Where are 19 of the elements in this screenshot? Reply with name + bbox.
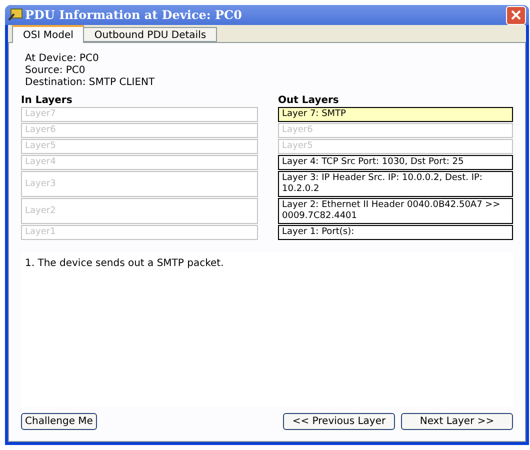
layer-row[interactable]: Layer 2: Ethernet II Header 0040.0B42.50A7 >> 0009.7C82.4401 [278,198,513,224]
layer-row[interactable]: Layer 3: IP Header Src. IP: 10.0.0.2, Dest. IP: 10.2.0.2 [278,171,513,197]
tab[interactable]: OSI Model [12,25,84,43]
info-line: Destination: SMTP CLIENT [25,77,156,89]
previous-layer-button[interactable]: << Previous Layer [283,413,395,430]
layer-row[interactable]: Layer 1: Port(s): [278,225,513,240]
column-heading: Out Layers [278,95,340,106]
window-title: PDU Information at Device: PC0 [25,7,243,24]
column-heading: In Layers [21,95,74,106]
challenge-button[interactable]: Challenge Me [21,413,97,430]
info-line: At Device: PC0 [25,53,100,65]
info-line: Source: PC0 [25,65,86,77]
next-layer-button[interactable]: Next Layer >> [401,413,513,430]
close-button[interactable] [506,6,526,24]
layer-row[interactable]: Layer 7: SMTP [278,107,513,122]
app-icon [8,8,24,22]
tab[interactable]: Outbound PDU Details [84,27,218,42]
layer-row[interactable]: Layer 4: TCP Src Port: 1030, Dst Port: 25 [278,155,513,170]
close-icon [510,9,522,21]
